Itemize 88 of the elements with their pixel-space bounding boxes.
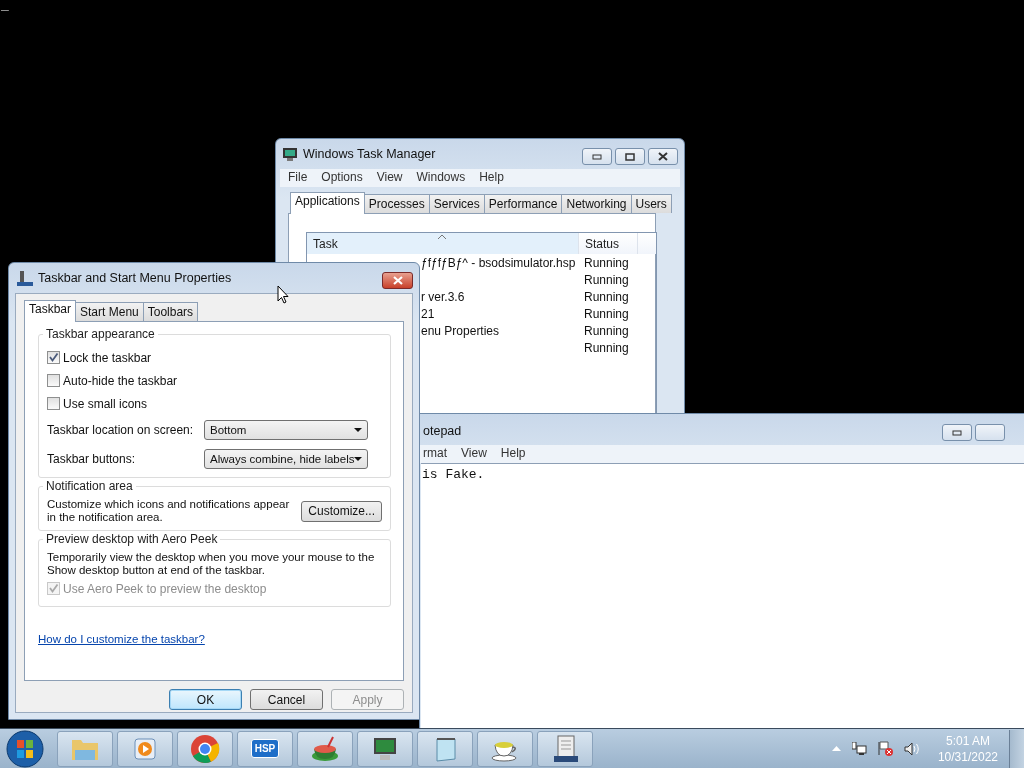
table-cell-text: Running <box>583 323 629 338</box>
maximize-button[interactable] <box>615 148 645 165</box>
help-link[interactable]: How do I customize the taskbar? <box>38 633 205 645</box>
field-label: Taskbar buttons: <box>47 451 137 466</box>
taskbar-button[interactable]: HSP <box>237 730 293 767</box>
table-cell-text: Running <box>583 289 629 304</box>
minimize-button[interactable] <box>582 148 612 165</box>
show-desktop-button[interactable] <box>1009 729 1024 768</box>
tab[interactable]: Applications <box>290 192 365 214</box>
flag-icon[interactable] <box>877 741 893 756</box>
close-icon <box>391 276 404 285</box>
close-button[interactable] <box>382 272 413 289</box>
close-icon <box>658 152 668 161</box>
dropdown[interactable]: Bottom <box>204 419 368 440</box>
text-cursor: _ <box>1 0 9 13</box>
table-cell: ƒfƒfƒBƒ^ - bsodsimulator.hsp <box>421 255 576 270</box>
start-button[interactable] <box>5 728 45 768</box>
table-cell: enu Properties <box>421 323 500 338</box>
table-cell: r ver.3.6 <box>421 289 465 304</box>
taskbar-button[interactable] <box>477 730 533 767</box>
close-button[interactable] <box>648 148 678 165</box>
dropdown-arrow-icon <box>354 456 362 461</box>
checkbox-label: Use small icons <box>63 396 148 411</box>
group-title: Notification area <box>43 479 136 493</box>
maximize-icon <box>625 152 635 161</box>
clock-date: 10/31/2022 <box>937 748 998 765</box>
dialog-button[interactable]: OK <box>169 689 242 710</box>
group-title: Taskbar appearance <box>43 327 158 341</box>
checkbox-label: Lock the taskbar <box>63 350 152 365</box>
minimize-icon <box>592 153 602 160</box>
description-text: Customize which icons and notifications appear in the notification area. <box>47 498 291 524</box>
tab[interactable]: Toolbars <box>142 302 199 321</box>
description-text: Temporarily view the desktop when you move your mouse to the Show desktop button at end of the taskbar. <box>47 551 376 577</box>
menu-item[interactable]: Help <box>500 446 526 460</box>
tab[interactable]: Services <box>428 194 485 213</box>
speaker-icon[interactable] <box>903 741 921 756</box>
clock-time: 5:01 AM <box>945 732 990 749</box>
tab[interactable]: Users <box>630 194 672 213</box>
checkbox[interactable] <box>47 397 60 410</box>
minimize-icon <box>952 429 962 436</box>
table-cell: 21 <box>421 306 435 321</box>
dialog-button[interactable]: Cancel <box>250 689 323 710</box>
taskbar-button[interactable] <box>357 730 413 767</box>
sort-caret-icon <box>438 234 446 239</box>
taskbar-button[interactable] <box>537 730 593 767</box>
dropdown-arrow-icon <box>354 427 362 432</box>
menu-item[interactable]: rmat <box>423 446 447 460</box>
browser-icon <box>190 733 220 764</box>
group-title: Preview desktop with Aero Peek <box>43 532 221 546</box>
tab[interactable]: Networking <box>561 194 632 213</box>
tab[interactable]: Performance <box>483 194 563 213</box>
column-header[interactable]: Task <box>307 233 579 254</box>
menu-item[interactable]: Help <box>479 170 504 184</box>
field-label: Taskbar location on screen: <box>47 422 195 437</box>
tab[interactable]: Processes <box>363 194 430 213</box>
taskbar-button[interactable] <box>297 730 353 767</box>
table-cell-text: Running <box>583 272 629 287</box>
play-icon <box>132 735 158 762</box>
tab[interactable]: Taskbar <box>24 300 77 322</box>
checkbox-label: Auto-hide the taskbar <box>63 373 178 388</box>
checkbox-label: Use Aero Peek to preview the desktop <box>63 581 267 596</box>
minimize-button[interactable] <box>942 424 972 441</box>
column-header[interactable]: Status <box>579 233 638 254</box>
mouse-pointer-icon <box>277 285 289 304</box>
maximize-button[interactable] <box>975 424 1005 441</box>
table-cell-text: Running <box>583 306 629 321</box>
taskbar-button[interactable] <box>177 730 233 767</box>
app-icon: HSP <box>250 739 280 758</box>
taskbar-icon <box>17 270 33 286</box>
menu-item[interactable]: View <box>376 170 403 184</box>
menu-item[interactable]: View <box>461 446 487 460</box>
customize-button[interactable]: Customize... <box>301 500 382 522</box>
checkbox[interactable] <box>47 351 60 364</box>
menu-item[interactable]: Options <box>321 170 363 184</box>
window-title: Taskbar and Start Menu Properties <box>38 271 232 285</box>
tab[interactable]: Start Menu <box>75 302 144 321</box>
table-cell-text: Running <box>583 255 629 270</box>
window-title: otepad <box>423 424 462 438</box>
window-title: Windows Task Manager <box>303 147 436 161</box>
menu-item[interactable]: File <box>288 170 308 184</box>
network-icon[interactable] <box>851 741 867 756</box>
monitor-icon <box>282 146 298 162</box>
table-cell-text: Running <box>583 340 629 355</box>
checkbox[interactable] <box>47 374 60 387</box>
bowl-icon <box>310 734 340 763</box>
dropdown[interactable]: Always combine, hide labels <box>204 448 368 469</box>
text-area[interactable]: is Fake. <box>421 463 1024 728</box>
menu-item[interactable]: Windows <box>416 170 466 184</box>
